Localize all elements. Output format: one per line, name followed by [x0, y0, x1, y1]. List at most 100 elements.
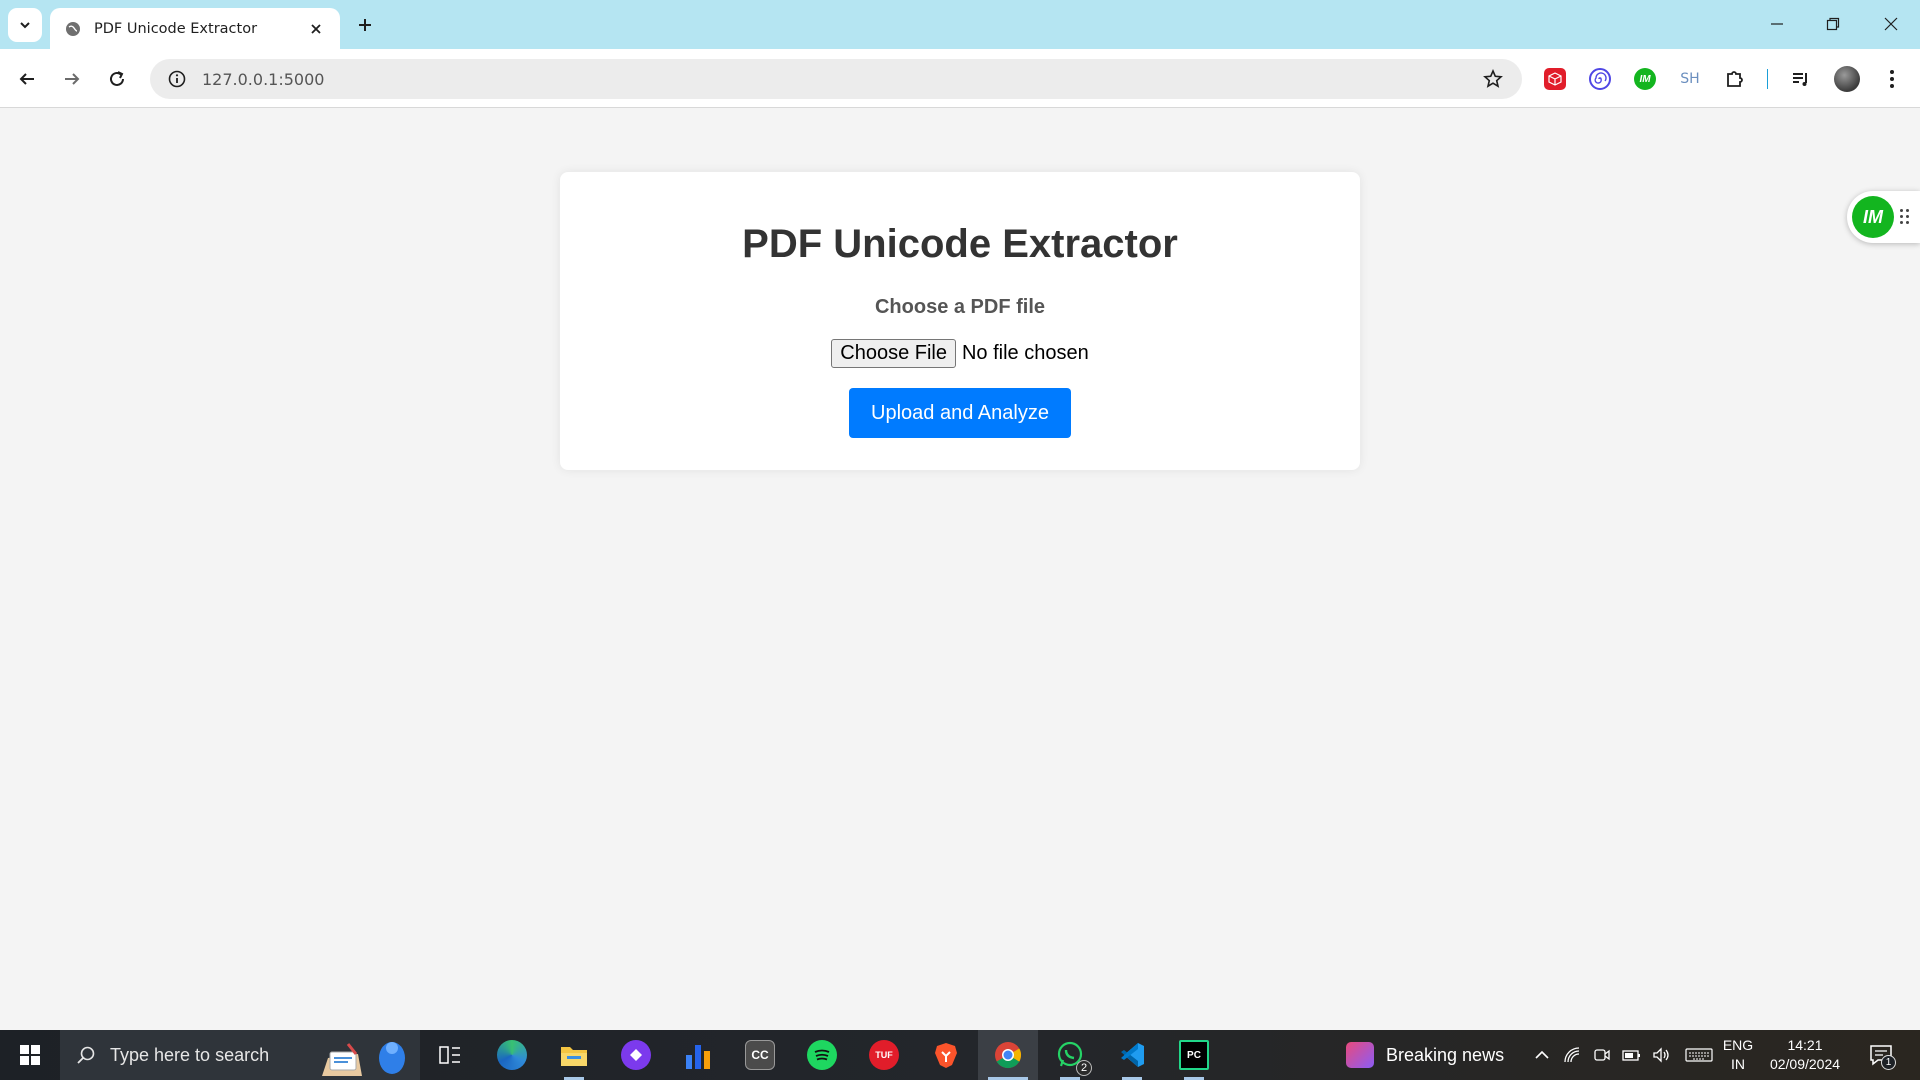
drag-handle-icon[interactable] [1900, 209, 1910, 225]
close-window-icon [1884, 17, 1898, 31]
notifications-button[interactable]: 1 [1866, 1040, 1896, 1070]
close-icon[interactable] [306, 19, 326, 39]
taskbar-cc[interactable]: CC [730, 1030, 790, 1080]
taskbar-app-purple[interactable] [606, 1030, 666, 1080]
network-icon[interactable] [1562, 1045, 1582, 1065]
upload-analyze-button[interactable]: Upload and Analyze [849, 388, 1071, 438]
sh-label: SH [1680, 71, 1700, 87]
start-button[interactable] [0, 1030, 60, 1080]
more-vertical-icon [1890, 70, 1894, 88]
language-code: ENG [1722, 1037, 1754, 1053]
taskbar-pycharm[interactable]: PC [1164, 1030, 1224, 1080]
page-title: PDF Unicode Extractor [742, 222, 1178, 266]
show-hidden-icons-button[interactable] [1532, 1045, 1552, 1065]
media-controls-button[interactable] [1787, 65, 1815, 93]
clock[interactable]: 14:21 02/09/2024 [1762, 1036, 1848, 1074]
taskbar-tuf[interactable]: TUF [854, 1030, 914, 1080]
new-tab-button[interactable] [352, 12, 378, 38]
puzzle-icon [1727, 71, 1743, 87]
url-text[interactable]: 127.0.0.1:5000 [202, 70, 1480, 89]
news-icon [1346, 1042, 1374, 1068]
restore-button[interactable] [1816, 10, 1850, 38]
battery-icon[interactable] [1622, 1045, 1642, 1065]
extension-im[interactable]: IM [1631, 65, 1659, 93]
minimize-icon [1771, 23, 1783, 25]
address-bar[interactable]: 127.0.0.1:5000 [150, 59, 1522, 99]
playlist-icon [1793, 73, 1807, 86]
tab-title: PDF Unicode Extractor [94, 20, 258, 37]
volume-icon[interactable] [1652, 1045, 1672, 1065]
news-text: Breaking news [1386, 1044, 1505, 1065]
file-label: Choose a PDF file [874, 296, 1046, 318]
browser-toolbar: 127.0.0.1:5000 IM SH [0, 49, 1920, 108]
avatar [1834, 66, 1860, 92]
site-info-icon[interactable] [166, 68, 188, 90]
browser-tab-bar: PDF Unicode Extractor [0, 0, 1920, 49]
windows-icon [20, 1045, 40, 1065]
reload-icon [110, 71, 124, 86]
taskbar-file-explorer[interactable] [544, 1030, 604, 1080]
profile-button[interactable] [1833, 65, 1861, 93]
menu-button[interactable] [1878, 65, 1906, 93]
taskbar: Type here to search CC TUF 2 PC Breaking… [0, 1030, 1920, 1080]
edge-icon [497, 1040, 527, 1070]
extension-spiral[interactable] [1586, 65, 1614, 93]
cc-icon: CC [745, 1040, 775, 1070]
clock-date: 02/09/2024 [1769, 1056, 1841, 1072]
tab-search-button[interactable] [8, 8, 42, 42]
back-button[interactable] [10, 62, 44, 96]
meet-now-icon[interactable] [1592, 1045, 1612, 1065]
arrow-left-icon [19, 73, 34, 85]
spiral-icon [1589, 68, 1611, 90]
keyboard-icon[interactable] [1684, 1045, 1714, 1065]
extension-red[interactable] [1541, 65, 1569, 93]
chevron-down-icon [20, 22, 30, 29]
tuf-icon: TUF [869, 1040, 899, 1070]
search-placeholder: Type here to search [110, 1044, 270, 1065]
taskbar-power-bi[interactable] [668, 1030, 728, 1080]
browser-tab-active[interactable]: PDF Unicode Extractor [50, 8, 340, 49]
toolbar-divider [1767, 69, 1768, 89]
news-widget[interactable]: Breaking news [1346, 1030, 1504, 1080]
chrome-icon [995, 1042, 1022, 1069]
taskbar-whatsapp[interactable]: 2 [1040, 1030, 1100, 1080]
file-status-text: No file chosen [961, 342, 1089, 364]
purple-diamond-icon [621, 1040, 651, 1070]
taskbar-task-view[interactable] [420, 1030, 480, 1080]
taskbar-brave[interactable] [916, 1030, 976, 1080]
reload-button[interactable] [100, 62, 134, 96]
folder-icon [561, 1047, 587, 1066]
notification-count: 1 [1881, 1055, 1896, 1070]
plus-icon [359, 19, 371, 31]
search-highlight-icon [318, 1036, 418, 1076]
red-cube-icon [1544, 68, 1566, 90]
task-view-icon [439, 1046, 460, 1064]
taskbar-chrome[interactable] [978, 1030, 1038, 1080]
extension-sh[interactable]: SH [1676, 65, 1704, 93]
brave-icon [935, 1043, 957, 1068]
bar-chart-icon [686, 1045, 710, 1069]
language-indicator[interactable]: ENG IN [1720, 1036, 1756, 1074]
forward-button[interactable] [55, 62, 89, 96]
clock-time: 14:21 [1787, 1037, 1823, 1053]
page-content: PDF Unicode Extractor Choose a PDF file … [0, 109, 1920, 1030]
minimize-button[interactable] [1760, 10, 1794, 38]
close-window-button[interactable] [1874, 10, 1908, 38]
extensions-button[interactable] [1721, 65, 1749, 93]
spotify-icon [807, 1040, 837, 1070]
im-widget-icon: IM [1852, 196, 1894, 238]
taskbar-edge[interactable] [482, 1030, 542, 1080]
pycharm-icon: PC [1179, 1040, 1209, 1070]
upload-card: PDF Unicode Extractor Choose a PDF file … [560, 172, 1360, 470]
whatsapp-badge: 2 [1076, 1060, 1092, 1076]
globe-icon [64, 20, 82, 38]
side-widget[interactable]: IM [1847, 191, 1920, 243]
choose-file-button[interactable]: Choose File [831, 339, 956, 368]
taskbar-vscode[interactable] [1102, 1030, 1162, 1080]
search-icon [77, 1046, 95, 1064]
bookmark-star-icon[interactable] [1480, 66, 1506, 92]
taskbar-spotify[interactable] [792, 1030, 852, 1080]
file-input[interactable]: Choose File No file chosen [560, 339, 1360, 368]
arrow-right-icon [65, 73, 80, 85]
chevron-up-icon [1535, 1050, 1549, 1059]
